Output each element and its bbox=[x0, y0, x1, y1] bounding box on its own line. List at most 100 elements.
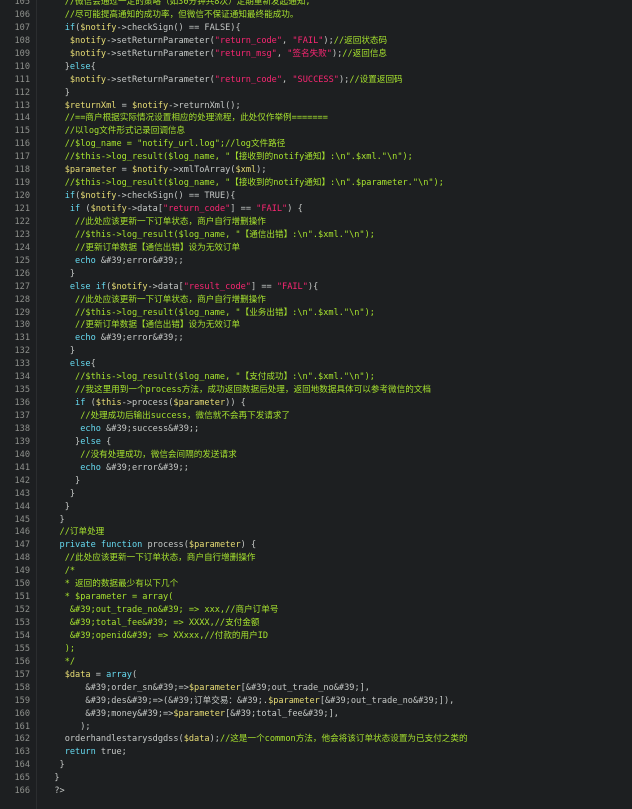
code-line[interactable]: 131 echo &#39;error&#39;; bbox=[14, 332, 632, 345]
code-line[interactable]: 118 $parameter = $notify->xmlToArray($xm… bbox=[14, 164, 632, 177]
line-number: 114 bbox=[14, 113, 30, 124]
code-comment: //更新订单数据【通信出错】设为无效订单 bbox=[75, 320, 241, 331]
code-line[interactable]: 114 //==商户根据实际情况设置相应的处理流程，此处仅作举例======= bbox=[14, 112, 632, 125]
code-line[interactable]: 143 } bbox=[14, 488, 632, 501]
code-line[interactable]: 164 } bbox=[14, 759, 632, 772]
code-token: &#39;error&#39;; bbox=[95, 333, 184, 344]
code-line[interactable]: 137 //处理成功后输出success，微信就不会再下发请求了 bbox=[14, 410, 632, 423]
line-number: 152 bbox=[14, 605, 30, 616]
code-variable: $notify bbox=[80, 22, 117, 33]
code-comment: * 返回的数据最少有以下几个 bbox=[64, 579, 179, 590]
code-line[interactable]: 139 }else { bbox=[14, 436, 632, 449]
code-line[interactable]: 145 } bbox=[14, 514, 632, 527]
line-number: 106 bbox=[14, 9, 30, 20]
code-line[interactable]: 161 ); bbox=[14, 721, 632, 734]
code-line[interactable]: 105 //微信会通过一定的策略（如30分钟共8次）定期重新发起通知, bbox=[14, 0, 632, 9]
code-line[interactable]: 158 &#39;order_sn&#39;=>$parameter[&#39;… bbox=[14, 682, 632, 695]
code-line[interactable]: 157 $data = array( bbox=[14, 669, 632, 682]
code-line[interactable]: 122 //此处应该更新一下订单状态，商户自行增删操作 bbox=[14, 216, 632, 229]
code-line[interactable]: 136 if ($this->process($parameter)) { bbox=[14, 397, 632, 410]
code-line[interactable]: 138 echo &#39;success&#39;; bbox=[14, 423, 632, 436]
code-line[interactable]: 109 $notify->setReturnParameter("return_… bbox=[14, 48, 632, 61]
code-line[interactable]: 141 echo &#39;error&#39;; bbox=[14, 462, 632, 475]
code-token: &#39;success&#39;; bbox=[100, 423, 200, 434]
code-line[interactable]: 160 &#39;money&#39;=>$parameter[&#39;tot… bbox=[14, 708, 632, 721]
line-number: 164 bbox=[14, 760, 30, 771]
code-line[interactable]: 117 //$this->log_result($log_name, "【接收到… bbox=[14, 151, 632, 164]
line-number: 123 bbox=[14, 229, 30, 240]
code-line[interactable]: 126 } bbox=[14, 268, 632, 281]
code-text: /* bbox=[44, 565, 75, 578]
code-line[interactable]: 124 //更新订单数据【通信出错】设为无效订单 bbox=[14, 242, 632, 255]
code-line[interactable]: 134 //$this->log_result($log_name, "【支付成… bbox=[14, 371, 632, 384]
code-keyword: echo bbox=[80, 462, 101, 473]
code-token: = bbox=[116, 100, 132, 111]
line-number: 136 bbox=[14, 398, 30, 409]
code-line[interactable]: 128 //此处应该更新一下订单状态，商户自行增删操作 bbox=[14, 294, 632, 307]
code-token: } bbox=[44, 346, 76, 357]
code-line[interactable]: 133 else{ bbox=[14, 358, 632, 371]
code-token: ->setReturnParameter( bbox=[106, 35, 215, 46]
code-text: &#39;total_fee&#39; => XXXX,//支付金额 bbox=[44, 617, 260, 630]
code-line[interactable]: 127 else if($notify->data["result_code"]… bbox=[14, 281, 632, 294]
code-line[interactable]: 107 if($notify->checkSign() == FALSE){ bbox=[14, 22, 632, 35]
code-line[interactable]: 132 } bbox=[14, 345, 632, 358]
code-token: ) { bbox=[287, 204, 303, 214]
code-line[interactable]: 162 orderhandlestarysdgdss($data);//这是一个… bbox=[14, 733, 632, 746]
code-variable: $notify bbox=[90, 204, 127, 214]
code-string: "return_msg" bbox=[214, 48, 277, 59]
code-line[interactable]: 148 //此处应该更新一下订单状态，商户自行增删操作 bbox=[14, 552, 632, 565]
code-area[interactable]: 105 //微信会通过一定的策略（如30分钟共8次）定期重新发起通知, 106 /… bbox=[14, 0, 632, 809]
code-line[interactable]: 151 * $parameter = array( bbox=[14, 591, 632, 604]
code-string: "FAIL" bbox=[256, 204, 288, 214]
code-comment: //处理成功后输出success，微信就不会再下发请求了 bbox=[80, 411, 291, 421]
code-line[interactable]: 119 //$this->log_result($log_name, "【接收到… bbox=[14, 177, 632, 190]
code-token: } bbox=[44, 773, 60, 784]
code-text: //$this->log_result($log_name, "【接收到的not… bbox=[44, 151, 413, 164]
code-line[interactable]: 142 } bbox=[14, 475, 632, 488]
code-line[interactable]: 130 //更新订单数据【通信出错】设为无效订单 bbox=[14, 319, 632, 332]
code-line[interactable]: 106 //尽可能提高通知的成功率，但微信不保证通知最终能成功。 bbox=[14, 9, 632, 22]
code-line[interactable]: 153 &#39;total_fee&#39; => XXXX,//支付金额 bbox=[14, 617, 632, 630]
code-line[interactable]: 113 $returnXml = $notify->returnXml(); bbox=[14, 100, 632, 113]
code-line[interactable]: 166 ?> bbox=[14, 785, 632, 798]
code-line[interactable]: 115 //以log文件形式记录回调信息 bbox=[14, 125, 632, 138]
code-line[interactable]: 146 //订单处理 bbox=[14, 526, 632, 539]
code-line[interactable]: 155 ); bbox=[14, 643, 632, 656]
code-line[interactable]: 156 */ bbox=[14, 656, 632, 669]
code-line[interactable]: 150 * 返回的数据最少有以下几个 bbox=[14, 578, 632, 591]
code-line[interactable]: 163 return true; bbox=[14, 746, 632, 759]
code-line[interactable]: 159 &#39;des&#39;=>(&#39;订单交易：&#39;.$par… bbox=[14, 695, 632, 708]
code-line[interactable]: 125 echo &#39;error&#39;; bbox=[14, 255, 632, 268]
code-line[interactable]: 108 $notify->setReturnParameter("return_… bbox=[14, 35, 632, 48]
code-line[interactable]: 140 //没有处理成功，微信会间隔的发送请求 bbox=[14, 449, 632, 462]
code-line[interactable]: 111 $notify->setReturnParameter("return_… bbox=[14, 74, 632, 87]
code-line[interactable]: 112 } bbox=[14, 87, 632, 100]
code-line[interactable]: 154 &#39;openid&#39; => XXxxx,//付款的用户ID bbox=[14, 630, 632, 643]
code-line[interactable]: 144 } bbox=[14, 501, 632, 514]
code-text: //此处应该更新一下订单状态，商户自行增删操作 bbox=[44, 294, 266, 307]
code-line[interactable]: 147 private function process($parameter)… bbox=[14, 539, 632, 552]
code-line[interactable]: 121 if ($notify->data["return_code"] == … bbox=[14, 203, 632, 216]
code-line[interactable]: 152 &#39;out_trade_no&#39; => xxx,//商户订单… bbox=[14, 604, 632, 617]
code-line[interactable]: 116 //$log_name = "notify_url.log";//log… bbox=[14, 138, 632, 151]
code-line[interactable]: 129 //$this->log_result($log_name, "【业务出… bbox=[14, 307, 632, 320]
code-line[interactable]: 120 if($notify->checkSign() == TRUE){ bbox=[14, 190, 632, 203]
code-line[interactable]: 135 //我这里用到一个process方法，成功返回数据后处理，返回地数据具体… bbox=[14, 384, 632, 397]
code-line[interactable]: 123 //$this->log_result($log_name, "【通信出… bbox=[14, 229, 632, 242]
line-number: 153 bbox=[14, 618, 30, 628]
line-number: 151 bbox=[14, 592, 30, 603]
code-line[interactable]: 110 }else{ bbox=[14, 61, 632, 74]
code-editor[interactable]: 105 //微信会通过一定的策略（如30分钟共8次）定期重新发起通知, 106 /… bbox=[0, 0, 632, 809]
code-line[interactable]: 149 /* bbox=[14, 565, 632, 578]
code-text: //$this->log_result($log_name, "【通信出错】:\… bbox=[44, 229, 375, 242]
code-line[interactable]: 165 } bbox=[14, 772, 632, 785]
code-string: "return_code" bbox=[214, 35, 283, 46]
code-token: } bbox=[44, 488, 76, 499]
line-number: 146 bbox=[14, 527, 30, 538]
